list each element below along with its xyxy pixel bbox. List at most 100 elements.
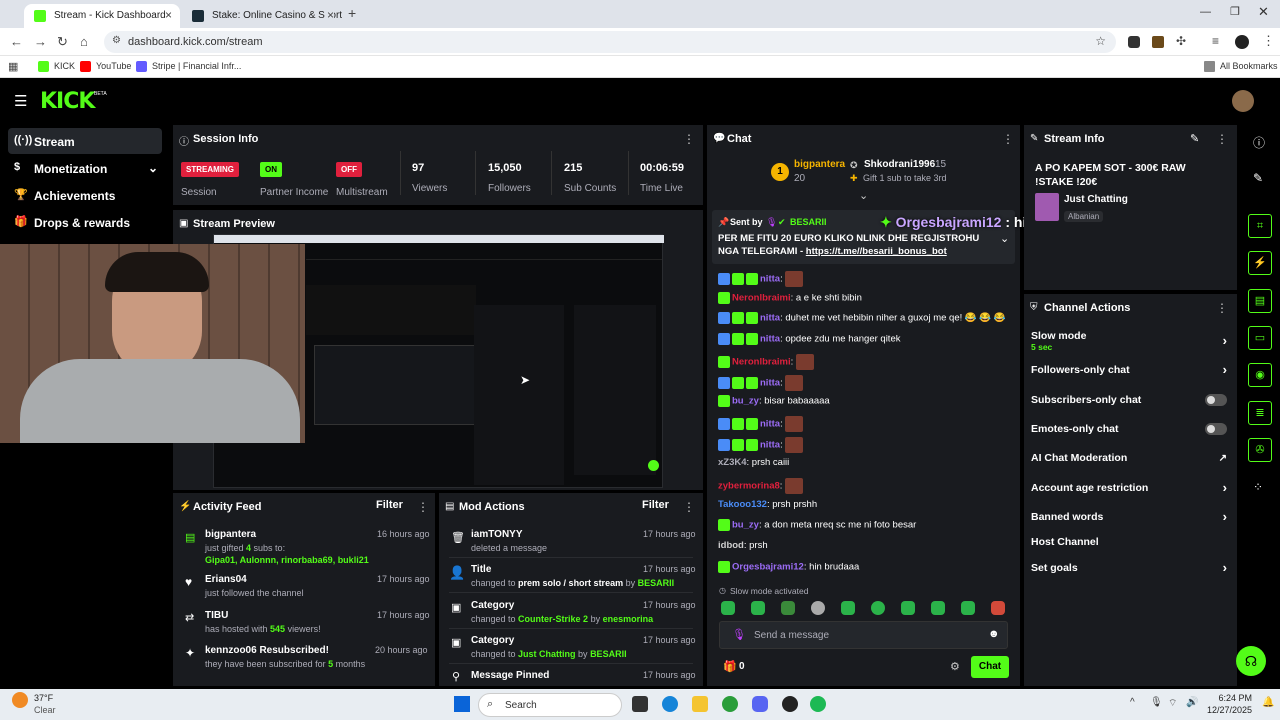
more-options-icon[interactable]: ⋮	[1216, 132, 1228, 146]
chat-message[interactable]: idbod: prsh	[718, 540, 768, 551]
chat-message[interactable]: nitta:	[718, 415, 804, 432]
crop-icon[interactable]: ⌗	[1248, 214, 1272, 238]
extension-icon[interactable]	[1128, 36, 1140, 48]
chat-message[interactable]: Takooo132: prsh prshh	[718, 499, 817, 510]
windows-start-icon[interactable]	[454, 696, 470, 712]
close-tab-icon[interactable]: ×	[324, 8, 334, 22]
file-explorer-icon[interactable]	[692, 696, 708, 712]
chat-username[interactable]: bu_zy	[732, 396, 759, 407]
spotify-icon[interactable]	[810, 696, 826, 712]
media-controls-icon[interactable]: ≡	[1212, 34, 1219, 48]
network-icon[interactable]: ⌔	[1168, 697, 1177, 710]
multistream-badge[interactable]: OFF	[336, 162, 362, 177]
sidebar-item-stream[interactable]: ((·)) Stream	[8, 128, 162, 154]
hamburger-menu-icon[interactable]: ☰	[14, 92, 27, 110]
edge-icon[interactable]	[662, 696, 678, 712]
wrench-icon[interactable]: ✇	[1248, 438, 1272, 462]
back-icon[interactable]: ←	[10, 35, 23, 49]
sidebar-item-achievements[interactable]: 🏆 Achievements	[8, 182, 162, 208]
discord-icon[interactable]	[752, 696, 768, 712]
ai-moderation-setting[interactable]: AI Chat Moderation ↗	[1031, 452, 1227, 464]
chat-username[interactable]: idbod	[718, 540, 744, 551]
new-tab-icon[interactable]: +	[348, 5, 356, 21]
sidebar-item-monetization[interactable]: $ Monetization ⌄	[8, 155, 162, 181]
chat-username[interactable]: Neronlbraimi	[732, 292, 791, 303]
chat-message[interactable]: nitta:	[718, 436, 804, 453]
emote-icon[interactable]	[781, 601, 795, 615]
emotes-only-toggle[interactable]	[1205, 423, 1227, 435]
chat-message[interactable]: Neronlbraimi:	[718, 353, 814, 370]
chat-username[interactable]: nitta	[760, 274, 780, 285]
chat-username[interactable]: Orgesbajrami12	[732, 561, 804, 572]
chrome-icon[interactable]	[722, 696, 738, 712]
reload-icon[interactable]: ↻	[57, 35, 68, 49]
bookmark-youtube[interactable]: YouTube	[80, 61, 131, 72]
subscribers-only-setting[interactable]: Subscribers-only chat	[1031, 394, 1227, 406]
emoji-picker-icon[interactable]: ☻	[988, 628, 1000, 640]
chat-username[interactable]: bu_zy	[732, 520, 759, 531]
extension-icon[interactable]	[1152, 36, 1164, 48]
emote-icon[interactable]	[751, 601, 765, 615]
url-input[interactable]: ⚙ dashboard.kick.com/stream ☆	[104, 31, 1116, 53]
chat-message[interactable]: Orgesbajrami12: hin brudaaa	[718, 560, 859, 573]
chat-message[interactable]: bu_zy: bisar babaaaaa	[718, 395, 830, 408]
top-gifter-name[interactable]: bigpantera	[794, 159, 845, 170]
chat-username[interactable]: Takooo132	[718, 499, 767, 510]
send-chat-button[interactable]: Chat	[971, 656, 1009, 678]
extensions-puzzle-icon[interactable]: ✣	[1176, 34, 1186, 48]
chat-message[interactable]: xZ3K4: prsh caiii	[718, 457, 789, 468]
forward-icon[interactable]: →	[34, 35, 47, 49]
site-info-icon[interactable]: ⚙	[112, 35, 121, 46]
home-icon[interactable]: ⌂	[80, 35, 88, 49]
account-age-setting[interactable]: Account age restriction ›	[1031, 480, 1227, 495]
banned-words-setting[interactable]: Banned words ›	[1031, 509, 1227, 524]
close-tab-icon[interactable]: ×	[165, 8, 172, 22]
notifications-icon[interactable]: 🔔	[1262, 697, 1274, 708]
chat-message[interactable]: Neronlbraimi: a e ke shti bibin	[718, 291, 862, 304]
chat-username[interactable]: nitta	[760, 418, 780, 429]
partner-badge[interactable]: ON	[260, 162, 282, 177]
more-options-icon[interactable]: ⋮	[683, 500, 695, 514]
info-icon[interactable]: ⓘ	[1253, 134, 1265, 151]
kick-logo[interactable]: KICK	[40, 89, 95, 114]
profile-avatar[interactable]	[1235, 35, 1249, 49]
activity-filter-button[interactable]: Filter	[376, 499, 403, 511]
list-icon[interactable]: ≣	[1248, 401, 1272, 425]
user-avatar[interactable]	[1232, 90, 1254, 112]
close-window-icon[interactable]: ✕	[1258, 4, 1269, 20]
bookmark-kick[interactable]: KICK	[38, 61, 75, 72]
pencil-icon[interactable]: ✎	[1190, 132, 1199, 145]
chat-username[interactable]: xZ3K4	[718, 457, 747, 468]
apps-icon[interactable]: ⁘	[1253, 480, 1263, 494]
emotes-only-setting[interactable]: Emotes-only chat	[1031, 423, 1227, 435]
emote-icon[interactable]	[721, 601, 735, 615]
chat-message[interactable]: bu_zy: a don meta nreq sc me ni foto bes…	[718, 519, 916, 532]
mic-tray-icon[interactable]: 🎙	[1150, 697, 1163, 708]
chat-username[interactable]: nitta	[760, 334, 780, 345]
emote-icon[interactable]	[811, 601, 825, 615]
emote-icon[interactable]	[901, 601, 915, 615]
emote-icon[interactable]	[841, 601, 855, 615]
emote-icon[interactable]	[991, 601, 1005, 615]
edit-layout-icon[interactable]: ✎	[1253, 171, 1263, 185]
chat-icon[interactable]: ▭	[1248, 326, 1272, 350]
chat-username[interactable]: zybermorina8	[718, 481, 780, 492]
chat-message[interactable]: nitta: opdee zdu me hanger qitek	[718, 333, 900, 346]
taskbar-search[interactable]: ⌕ Search	[478, 693, 622, 717]
subscribers-only-toggle[interactable]	[1205, 394, 1227, 406]
minimize-icon[interactable]: —	[1200, 6, 1211, 18]
bookmark-stripe[interactable]: Stripe | Financial Infr...	[136, 61, 241, 72]
collapse-chevron-icon[interactable]: ⌄	[859, 189, 868, 202]
emote-icon[interactable]	[961, 601, 975, 615]
task-view-icon[interactable]	[632, 696, 648, 712]
all-bookmarks[interactable]: All Bookmarks	[1204, 61, 1278, 72]
points-icon[interactable]: 🎁	[723, 660, 737, 673]
maximize-icon[interactable]: ❐	[1230, 5, 1240, 18]
support-chat-button[interactable]: ☊	[1236, 646, 1266, 676]
tab-stake[interactable]: Stake: Online Casino & Sports B ×	[182, 4, 342, 28]
tab-kick-dashboard[interactable]: Stream - Kick Dashboard ×	[24, 4, 180, 28]
followers-only-setting[interactable]: Followers-only chat ›	[1031, 362, 1227, 377]
chat-message[interactable]: zybermorina8:	[718, 478, 804, 494]
chat-message[interactable]: nitta:	[718, 271, 804, 287]
set-goals-setting[interactable]: Set goals ›	[1031, 560, 1227, 575]
